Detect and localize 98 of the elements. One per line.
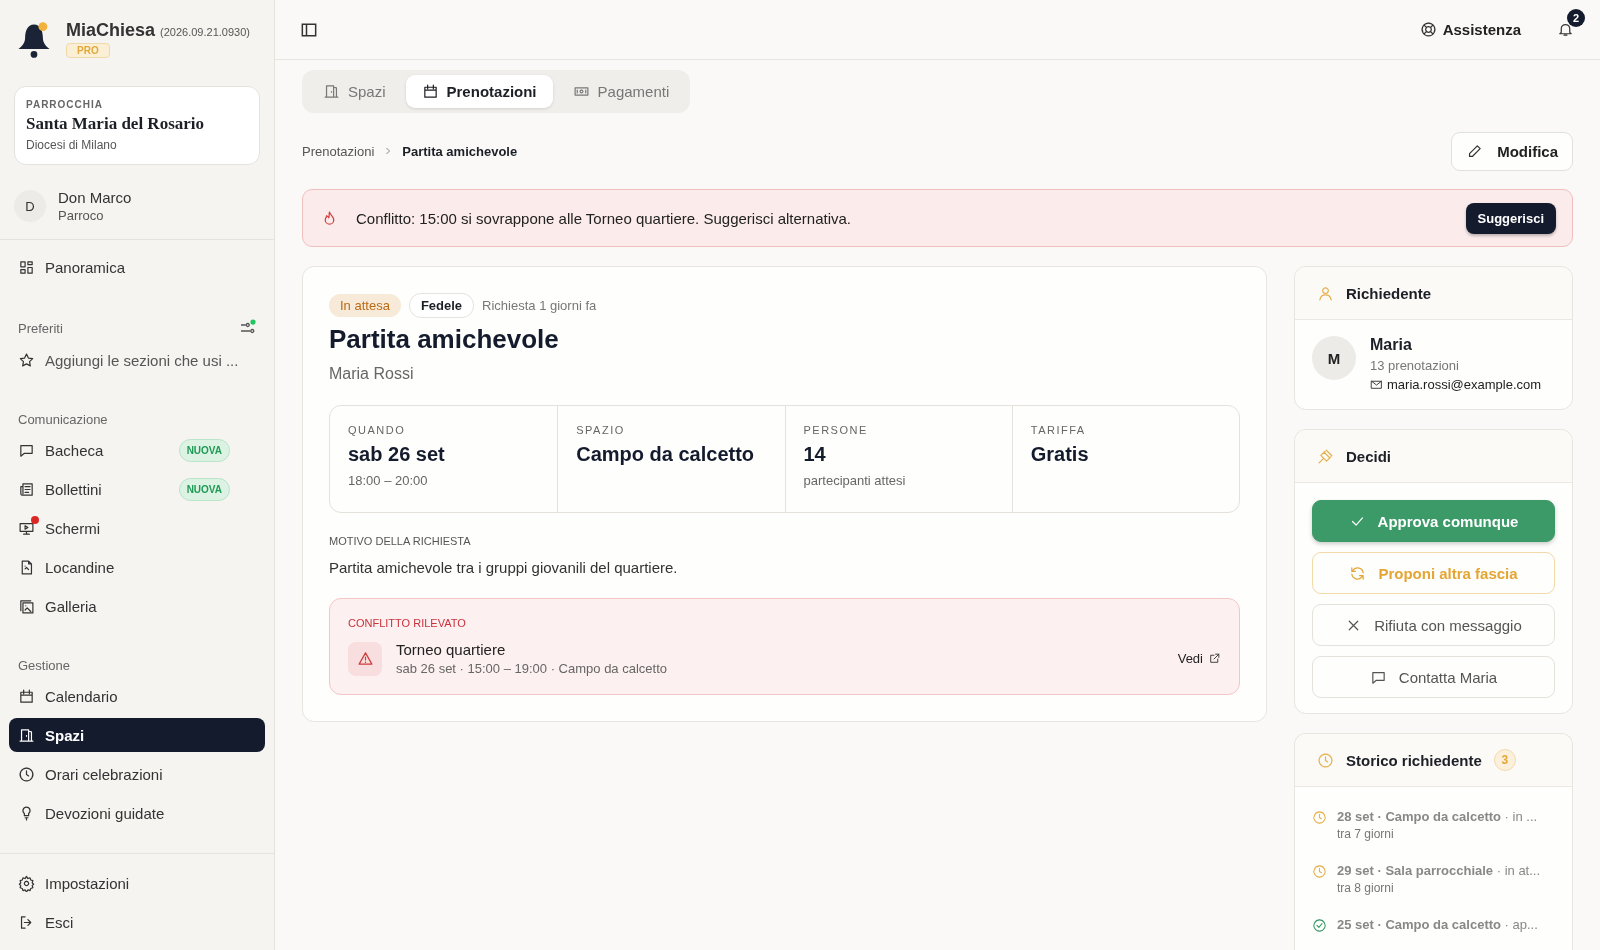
fact-label: TARIFFA [1030, 424, 1087, 436]
breadcrumb-link[interactable]: Partita amichevole [402, 143, 518, 159]
card-title: Richiedente [1346, 284, 1432, 302]
history-entry[interactable]: 25 set · Campo da calcetto · ap... [1337, 917, 1538, 932]
nav-item[interactable]: Bacheca NUOVA [9, 433, 265, 467]
tab[interactable]: Pagamenti [556, 75, 686, 108]
action-button[interactable]: Contatta Maria [1312, 656, 1555, 698]
gavel-icon [1317, 447, 1334, 465]
fact-value: Gratis [1030, 443, 1090, 466]
nav-item[interactable]: Bollettini NUOVA [9, 472, 265, 506]
external-link-icon [1208, 652, 1221, 665]
fact-value: sab 26 set [348, 443, 446, 466]
plan-badge: PRO [66, 43, 110, 58]
app-version: (2026.09.21.0930) [160, 26, 250, 38]
fact-label: PERSONE [803, 424, 869, 436]
fact-label: SPAZIO [576, 424, 626, 436]
gallery-icon [18, 597, 35, 615]
history-entry[interactable]: 28 set · Campo da calcetto · in ... [1337, 809, 1538, 824]
refresh-icon [1349, 564, 1367, 582]
app-name: MiaChiesa [66, 20, 156, 41]
clock-icon [1312, 810, 1327, 825]
breadcrumb-link[interactable]: Prenotazioni [302, 143, 375, 159]
requester-name: Maria Rossi [329, 365, 415, 383]
reason-text: Partita amichevole tra i gruppi giovanili del quartiere. [329, 559, 679, 576]
booking-count: 13 prenotazioni [1370, 358, 1460, 373]
email-link[interactable]: maria.rossi@example.com [1370, 377, 1542, 392]
pencil-icon [1466, 142, 1484, 160]
nav-item[interactable]: Esci [9, 905, 265, 939]
status-badge: In attesa [329, 294, 401, 317]
request-age: Richiesta 1 giorni fa [482, 298, 597, 313]
fact-note: partecipanti attesi [803, 473, 907, 488]
fact-note: 18:00 – 20:00 [348, 473, 429, 488]
nav-item[interactable]: Impostazioni [9, 866, 265, 900]
user-name: Don Marco [58, 189, 132, 206]
user-role: Parroco [58, 208, 105, 223]
new-badge: NUOVA [178, 438, 230, 462]
requester-avatar: M [1312, 336, 1356, 380]
clock-icon [18, 765, 35, 783]
dashboard-icon [18, 258, 35, 276]
booking-title: Partita amichevole [329, 324, 560, 355]
history-time: tra 8 giorni [1337, 881, 1395, 895]
notification-count: 2 [1567, 9, 1585, 27]
newspaper-icon [18, 480, 35, 498]
clock-icon [1317, 751, 1334, 769]
nav-item[interactable]: Spazi [9, 718, 265, 752]
nav-item[interactable]: Galleria [9, 589, 265, 623]
user-avatar[interactable]: D [14, 190, 46, 222]
nav-item[interactable]: Orari celebrazioni [9, 757, 265, 791]
nav-item[interactable]: Devozioni guidate [9, 796, 265, 830]
door-icon [323, 83, 340, 100]
mail-icon [1370, 378, 1383, 391]
requester-name: Maria [1370, 336, 1413, 354]
view-link[interactable]: Vedi [1177, 651, 1221, 666]
card-title: Storico richiedente [1346, 751, 1482, 769]
nav-item[interactable]: Calendario [9, 679, 265, 713]
fact-value: 14 [803, 443, 827, 466]
role-badge: Fedele [408, 293, 475, 318]
calendar-icon [18, 687, 35, 705]
section-title: Preferiti [18, 320, 63, 336]
new-badge: NUOVA [178, 477, 230, 501]
history-time: tra 7 giorni [1337, 827, 1395, 841]
fact-value: Campo da calcetto [576, 443, 756, 466]
tab[interactable]: Spazi [307, 75, 402, 108]
door-icon [18, 726, 35, 744]
conflict-title: Torneo quartiere [396, 641, 507, 658]
nav-item[interactable]: Locandine [9, 550, 265, 584]
star-icon [18, 351, 35, 369]
edit-button[interactable]: Modifica [1451, 131, 1573, 171]
action-button[interactable]: Approva comunque [1312, 500, 1555, 542]
section-title: Comunicazione [18, 412, 108, 427]
diocese-name: Diocesi di Milano [26, 138, 118, 152]
alert-text: Conflitto: 15:00 si sovrappone alle Torneo quartiere. Suggerisci alternativa. [356, 209, 852, 227]
favorites-hint[interactable]: Aggiungi le sezioni che usi ... [9, 343, 265, 377]
notification-bell-icon[interactable] [1557, 21, 1574, 38]
action-button[interactable]: Rifiuta con messaggio [1312, 604, 1555, 646]
suggest-button[interactable]: Suggerisci [1465, 202, 1556, 234]
nav-item[interactable]: Panoramica [9, 250, 265, 284]
bell-logo-icon [16, 20, 52, 60]
person-icon [1317, 284, 1334, 302]
lifebuoy-icon [1419, 21, 1437, 38]
parish-name: Santa Maria del Rosario [26, 114, 206, 134]
nav-item[interactable]: Schermi [9, 511, 265, 545]
parish-label: PARROCCHIA [26, 99, 105, 110]
history-entry[interactable]: 29 set · Sala parrocchiale · in at... [1337, 863, 1541, 878]
section-title: Gestione [18, 658, 71, 673]
warning-icon [348, 641, 382, 676]
fact-label: QUANDO [348, 424, 407, 436]
tab[interactable]: Prenotazioni [405, 75, 553, 108]
reason-label: MOTIVO DELLA RICHIESTA [329, 535, 472, 547]
clock-icon [1312, 864, 1327, 879]
card-title: Decidi [1346, 447, 1391, 465]
calendar-icon [421, 83, 439, 100]
help-link[interactable]: Assistenza [1419, 21, 1521, 38]
settings-icon [18, 874, 35, 892]
count-badge: 3 [1493, 749, 1516, 771]
conflict-label: CONFLITTO RILEVATO [348, 617, 467, 629]
conflict-details: sab 26 set · 15:00 – 19:00 · Campo da calcetto [396, 661, 668, 676]
parish-card[interactable]: PARROCCHIA Santa Maria del Rosario Diocesi di Milano [14, 86, 260, 165]
